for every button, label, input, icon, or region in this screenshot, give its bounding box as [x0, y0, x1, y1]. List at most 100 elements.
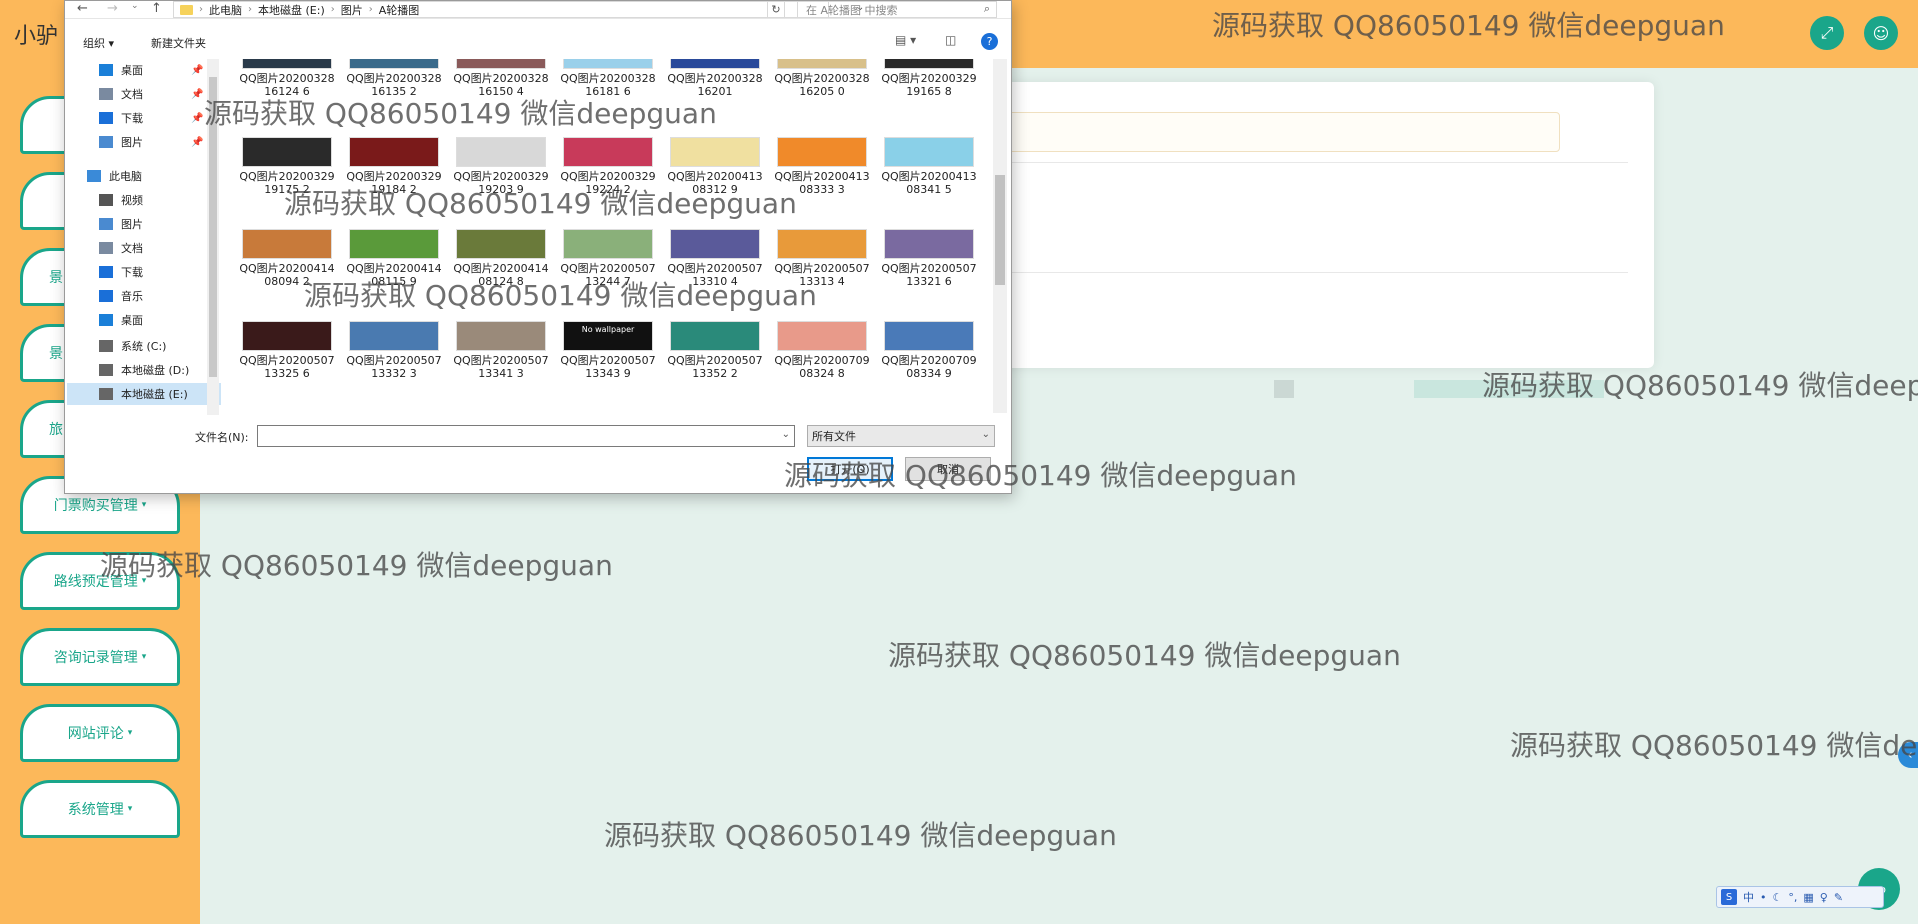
- breadcrumb-item[interactable]: 图片: [341, 2, 363, 18]
- nav-item-label: 桌面: [121, 314, 143, 327]
- keyboard-icon[interactable]: ▦: [1803, 891, 1813, 904]
- forward-arrow-icon[interactable]: →: [107, 1, 118, 16]
- address-bar[interactable]: › 此电脑 › 本地磁盘 (E:) › 图片 › A轮播图 ⌄: [173, 1, 864, 18]
- scrollbar-thumb[interactable]: [209, 77, 217, 377]
- file-name: QQ图片2020050713321 6: [881, 262, 977, 288]
- sidebar-item-system[interactable]: 系统管理 ▾: [20, 780, 180, 838]
- nav-item[interactable]: 下载: [67, 261, 221, 283]
- help-icon[interactable]: ?: [981, 33, 998, 50]
- documents-icon: [99, 88, 113, 100]
- file-tile[interactable]: QQ图片2020032816181 6: [560, 59, 656, 147]
- nav-item[interactable]: 桌面: [67, 309, 221, 331]
- breadcrumb-item[interactable]: A轮播图: [379, 2, 420, 18]
- open-button[interactable]: 打开(O): [807, 457, 893, 481]
- sidebar-item-route[interactable]: 路线预定管理 ▾: [20, 552, 180, 610]
- nav-item[interactable]: 桌面 📌: [67, 59, 221, 81]
- file-tile[interactable]: QQ图片2020050713332 3: [346, 321, 442, 413]
- nav-item[interactable]: 本地磁盘 (E:): [67, 383, 221, 405]
- sidebar-item-consult[interactable]: 咨询记录管理 ▾: [20, 628, 180, 686]
- nav-item[interactable]: 此电脑: [67, 165, 221, 187]
- form-input[interactable]: [1008, 112, 1560, 152]
- file-name: QQ图片2020041308333 3: [774, 170, 870, 196]
- nav-scrollbar[interactable]: [207, 59, 219, 415]
- nav-item[interactable]: 视频: [67, 189, 221, 211]
- image-thumbnail: [884, 59, 974, 69]
- search-input[interactable]: 在 A轮播图 中搜索 ⌕: [797, 1, 997, 18]
- ime-mode[interactable]: 中: [1743, 889, 1754, 905]
- filename-input[interactable]: ⌄: [257, 425, 795, 447]
- nav-item[interactable]: 图片 📌: [67, 131, 221, 153]
- ime-symbol[interactable]: °,: [1788, 891, 1797, 904]
- nav-item[interactable]: 下载 📌: [67, 107, 221, 129]
- file-tile[interactable]: QQ图片2020070908324 8: [774, 321, 870, 413]
- new-folder-button[interactable]: 新建文件夹: [151, 35, 206, 51]
- file-name: QQ图片2020032816205 0: [774, 72, 870, 98]
- organize-button[interactable]: 组织 ▾: [83, 35, 114, 51]
- filetype-select[interactable]: 所有文件 ⌄: [807, 425, 995, 447]
- nav-item-label: 文档: [121, 242, 143, 255]
- file-name: QQ图片2020041408094 2: [239, 262, 335, 288]
- nav-item[interactable]: 本地磁盘 (D:): [67, 359, 221, 381]
- file-tile[interactable]: QQ图片2020050713310 4: [667, 229, 763, 321]
- ime-punct[interactable]: •: [1760, 891, 1767, 904]
- file-tile[interactable]: QQ图片2020032919203 9: [453, 137, 549, 229]
- file-tile[interactable]: QQ图片2020050713325 6: [239, 321, 335, 413]
- folder-icon: [180, 4, 193, 15]
- ime-tools-icon[interactable]: ✎: [1834, 891, 1843, 904]
- breadcrumb-item[interactable]: 本地磁盘 (E:): [258, 2, 325, 18]
- file-tile[interactable]: No wallpaper QQ图片2020050713343 9: [560, 321, 656, 413]
- file-tile[interactable]: QQ图片2020032919224 2: [560, 137, 656, 229]
- refresh-icon[interactable]: ↻: [767, 1, 785, 18]
- file-tile[interactable]: QQ图片2020032816201: [667, 59, 763, 147]
- file-tile[interactable]: QQ图片2020032816150 4: [453, 59, 549, 147]
- ime-toolbar[interactable]: S 中 • ☾ °, ▦ ♀ ✎: [1716, 886, 1884, 908]
- file-tile[interactable]: QQ图片2020041408124 8: [453, 229, 549, 321]
- chevron-down-icon[interactable]: ⌄: [131, 1, 139, 11]
- file-tile[interactable]: QQ图片2020041408094 2: [239, 229, 335, 321]
- chevron-down-icon[interactable]: ⌄: [782, 429, 790, 440]
- scrollbar-thumb[interactable]: [995, 175, 1005, 285]
- preview-pane-icon[interactable]: ◫: [945, 33, 956, 47]
- nav-item[interactable]: 系统 (C:): [67, 335, 221, 357]
- file-tile[interactable]: QQ图片2020032919165 8: [881, 59, 977, 147]
- file-tile[interactable]: QQ图片2020041408115 9: [346, 229, 442, 321]
- breadcrumb-item[interactable]: 此电脑: [209, 2, 242, 18]
- nav-item[interactable]: 图片: [67, 213, 221, 235]
- file-name: QQ图片2020032919165 8: [881, 72, 977, 98]
- file-tile[interactable]: QQ图片2020050713244 7: [560, 229, 656, 321]
- file-tile[interactable]: QQ图片2020050713352 2: [667, 321, 763, 413]
- nav-item[interactable]: 文档 📌: [67, 83, 221, 105]
- nav-item[interactable]: 音乐: [67, 285, 221, 307]
- file-tile[interactable]: QQ图片2020050713313 4: [774, 229, 870, 321]
- image-thumbnail: [349, 59, 439, 69]
- file-tile[interactable]: QQ图片2020041308341 5: [881, 137, 977, 229]
- watermark: 源码获取 QQ86050149 微信deepguan: [1510, 729, 1918, 762]
- filetype-value: 所有文件: [812, 430, 856, 443]
- ime-moon-icon[interactable]: ☾: [1773, 891, 1783, 904]
- fullscreen-icon[interactable]: ⤢: [1810, 16, 1844, 50]
- file-tile[interactable]: QQ图片2020041308312 9: [667, 137, 763, 229]
- file-tile[interactable]: QQ图片2020032919184 2: [346, 137, 442, 229]
- file-tile[interactable]: QQ图片2020041308333 3: [774, 137, 870, 229]
- up-arrow-icon[interactable]: ↑: [151, 1, 162, 16]
- cancel-button[interactable]: 取消: [905, 457, 991, 481]
- user-icon[interactable]: ☺: [1864, 16, 1898, 50]
- file-grid: QQ图片2020032816124 6 QQ图片2020032816135 2 QQ…: [237, 59, 1049, 413]
- file-tile[interactable]: QQ图片2020050713341 3: [453, 321, 549, 413]
- search-placeholder: 在 A轮播图 中搜索: [806, 3, 898, 17]
- image-thumbnail: [563, 229, 653, 259]
- file-scrollbar[interactable]: [993, 59, 1007, 413]
- file-tile[interactable]: QQ图片2020032816205 0: [774, 59, 870, 147]
- file-tile[interactable]: QQ图片2020050713321 6: [881, 229, 977, 321]
- ime-voice-icon[interactable]: ♀: [1820, 891, 1828, 904]
- file-tile[interactable]: QQ图片2020032816135 2: [346, 59, 442, 147]
- sidebar-item-comments[interactable]: 网站评论 ▾: [20, 704, 180, 762]
- file-tile[interactable]: QQ图片2020070908334 9: [881, 321, 977, 413]
- file-tile[interactable]: QQ图片2020032919175 2: [239, 137, 335, 229]
- image-thumbnail: [670, 59, 760, 69]
- file-tile[interactable]: QQ图片2020032816124 6: [239, 59, 335, 147]
- view-options-icon[interactable]: ▤ ▾: [895, 33, 916, 47]
- nav-item[interactable]: 文档: [67, 237, 221, 259]
- chevron-left-icon[interactable]: ‹: [1898, 742, 1918, 768]
- back-arrow-icon[interactable]: ←: [77, 1, 88, 16]
